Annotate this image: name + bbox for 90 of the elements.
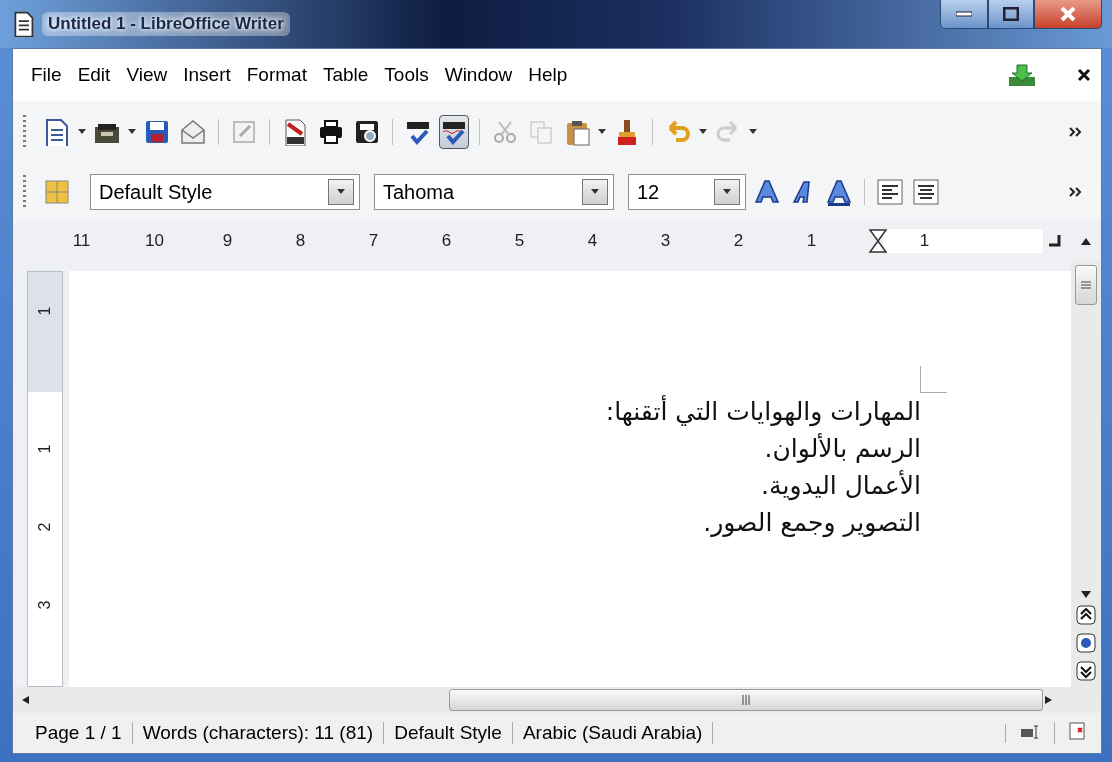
vertical-ruler[interactable]: 1 1 2 3 (27, 271, 63, 687)
font-name-field[interactable]: Tahoma (374, 174, 614, 210)
minimize-icon (956, 11, 972, 17)
printer-icon (317, 118, 345, 146)
page-up-button[interactable] (1075, 603, 1097, 627)
chevrons-right-icon (1069, 187, 1083, 197)
dropdown-caret-icon (78, 129, 86, 135)
selection-mode-icon (1020, 724, 1040, 739)
minimize-button[interactable] (940, 0, 988, 29)
dropdown-caret-icon (723, 189, 731, 195)
scroll-up-arrow-icon (1081, 237, 1091, 245)
navigator-button[interactable] (1075, 631, 1097, 655)
status-field: Words (characters): 11 (81) (132, 722, 385, 744)
ruler-number: 7 (367, 231, 380, 251)
copy-icon (527, 118, 555, 146)
ruler-number: 11 (71, 231, 92, 251)
close-icon (1060, 7, 1076, 21)
page-down-icon (1076, 661, 1096, 681)
scroll-left-arrow-icon (21, 696, 31, 704)
scroll-right-arrow-icon (1043, 696, 1054, 704)
dropdown-caret-icon (337, 189, 345, 195)
maximize-button[interactable] (988, 0, 1034, 29)
ruler-number: 9 (221, 231, 234, 251)
status-field: Arabic (Saudi Arabia) (512, 722, 714, 744)
ruler-number: 10 (144, 231, 165, 251)
menu-item[interactable]: Insert (175, 60, 239, 90)
dropdown-caret-icon (598, 129, 606, 135)
close-button[interactable] (1034, 0, 1102, 29)
page-down-button[interactable] (1075, 659, 1097, 683)
menu-item[interactable]: Tools (376, 60, 437, 90)
bold-letter-icon (753, 178, 781, 206)
ruler-number: 4 (586, 231, 599, 251)
autospellcheck-button[interactable] (439, 115, 469, 149)
toolbar-grip[interactable] (23, 175, 26, 209)
paragraph-style-field[interactable]: Default Style (90, 174, 360, 210)
toolbar-grip[interactable] (23, 115, 26, 149)
menu-item[interactable]: File (23, 60, 70, 90)
print-preview-icon (353, 118, 381, 146)
document-page[interactable]: المهارات والهوايات التي أتقنها: الرسم بالألوان. الأعمال اليدوية. التصوير وجمع الصور. (69, 271, 1071, 687)
ruler-number: 1 (918, 231, 931, 251)
menu-item[interactable]: Table (314, 60, 377, 90)
close-document-icon (1077, 68, 1091, 82)
ruler-number: 8 (294, 231, 307, 251)
download-update-icon (1007, 63, 1037, 87)
document-text-line: الرسم بالألوان. (764, 432, 921, 465)
document-icon (12, 11, 34, 37)
ruler-number: 1 (36, 306, 54, 316)
grip-lines-icon (741, 695, 752, 705)
status-field: Page 1 / 1 (35, 722, 133, 744)
document-modified-icon (1069, 722, 1087, 740)
menu-item[interactable]: Edit (69, 60, 119, 90)
menu-item[interactable]: Window (436, 60, 521, 90)
menu-item[interactable]: View (118, 60, 176, 90)
edit-document-icon (230, 118, 258, 146)
dropdown-caret-icon (699, 129, 707, 135)
horizontal-scroll-thumb[interactable] (449, 689, 1044, 711)
envelope-icon (179, 118, 207, 146)
document-text-line: المهارات والهوايات التي أتقنها: (605, 394, 921, 429)
scroll-down-arrow-icon (1081, 591, 1091, 599)
dropdown-caret-icon (749, 129, 757, 135)
maximize-icon (1003, 7, 1019, 21)
navigator-icon (1076, 633, 1096, 653)
align-center-icon (913, 179, 939, 205)
document-text-line: الأعمال اليدوية. (761, 469, 921, 503)
vertical-scroll-thumb[interactable] (1075, 265, 1097, 305)
ruler-number: 2 (36, 522, 54, 532)
document-text-line: التصوير وجمع الصور. (703, 507, 921, 540)
indent-marker-icon (868, 229, 888, 253)
dropdown-caret-icon (128, 129, 136, 135)
ruler-number: 6 (440, 231, 453, 251)
text-boundary-mark (920, 366, 947, 393)
menu-item[interactable]: Format (238, 60, 315, 90)
align-left-icon (877, 179, 903, 205)
underline-letter-icon (825, 178, 853, 206)
ruler-number: 5 (513, 231, 526, 251)
menu-item[interactable]: Help (520, 60, 576, 90)
page-up-icon (1076, 605, 1096, 625)
dropdown-caret-icon (591, 189, 599, 195)
chevrons-right-icon (1069, 127, 1083, 137)
ruler-number: 1 (36, 444, 54, 454)
ruler-number: 3 (659, 231, 672, 251)
ruler-number: 3 (36, 600, 54, 610)
tab-stop-icon (1049, 234, 1061, 247)
ruler-number: 2 (732, 231, 745, 251)
ruler-number: 1 (805, 231, 818, 251)
font-size-field[interactable]: 12 (628, 174, 746, 210)
status-field: Default Style (384, 722, 513, 744)
styles-grid-icon (45, 180, 69, 204)
new-document-icon (43, 118, 71, 146)
grip-lines-icon (1081, 280, 1091, 290)
